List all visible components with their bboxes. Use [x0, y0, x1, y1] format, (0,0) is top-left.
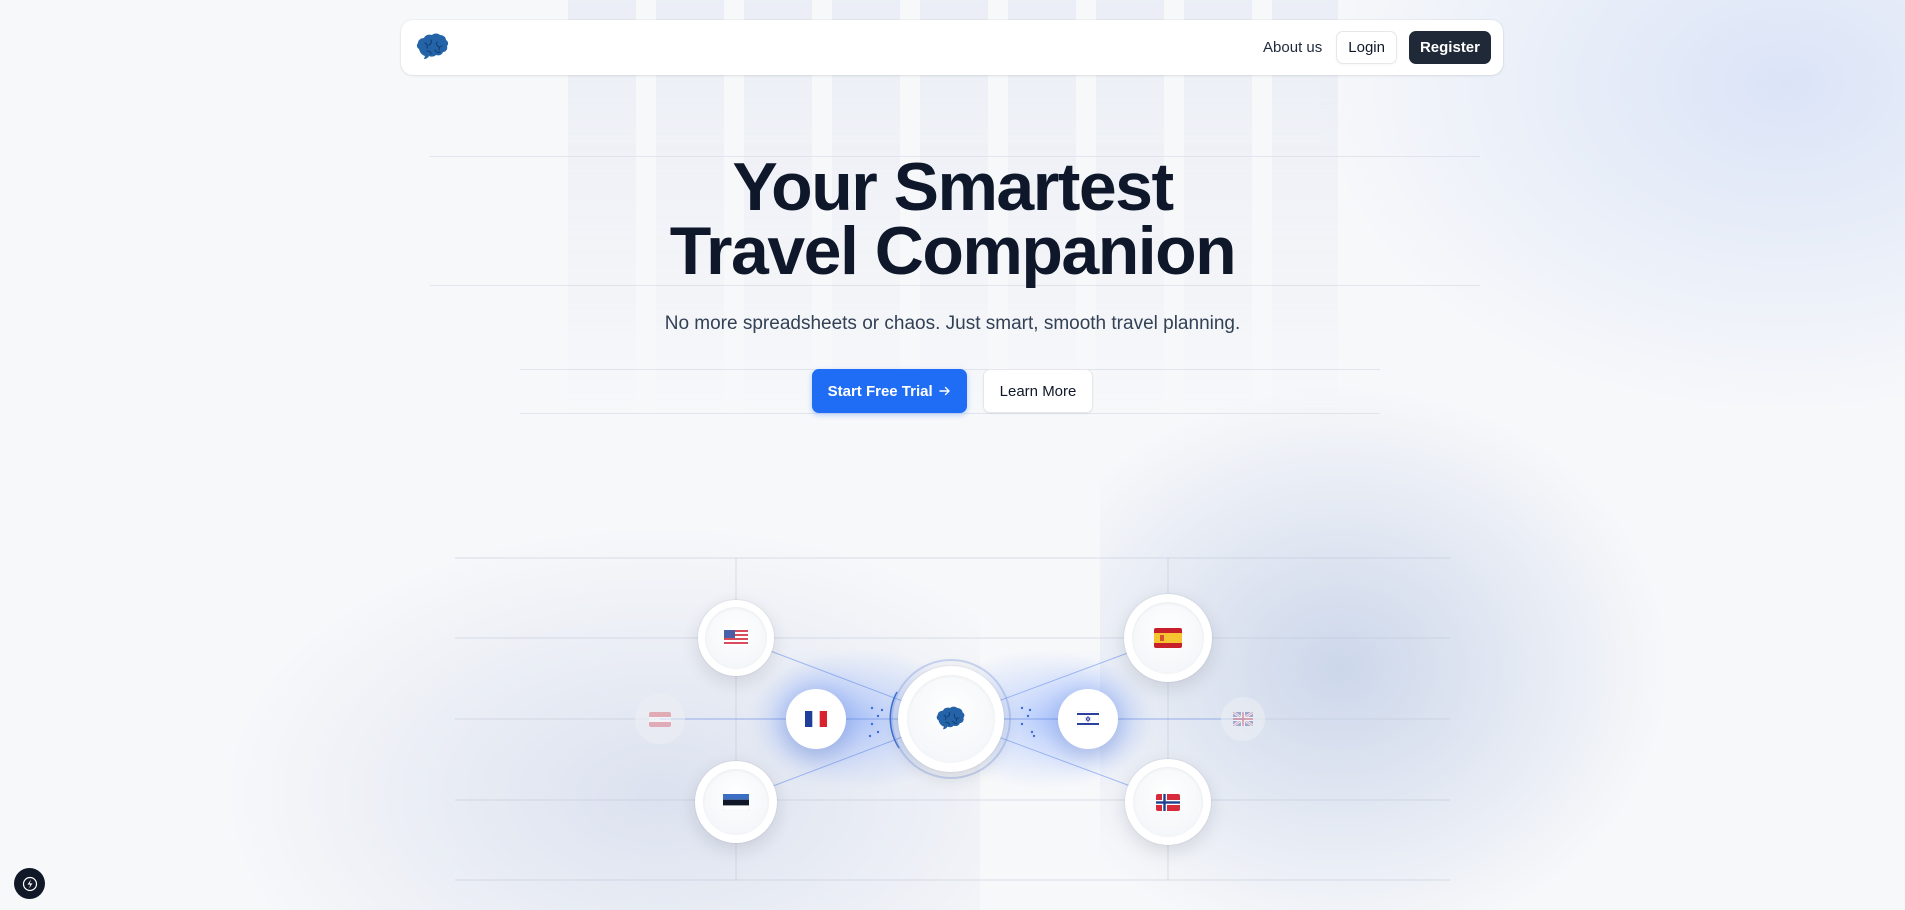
hero-title-line-2: Travel Companion	[669, 213, 1237, 289]
flag-node-spain[interactable]	[1124, 594, 1212, 682]
hero-title: Your Smartest Travel Companion	[0, 149, 1905, 289]
login-button[interactable]: Login	[1336, 31, 1397, 64]
france-flag-icon	[805, 711, 827, 727]
brain-icon	[416, 33, 449, 59]
norway-flag-icon	[1156, 793, 1180, 811]
austria-flag-icon	[649, 711, 671, 727]
flag-node-united-kingdom[interactable]	[1221, 697, 1265, 741]
israel-flag-icon	[1077, 711, 1099, 727]
us-flag-icon	[724, 630, 748, 646]
learn-more-button[interactable]: Learn More	[982, 369, 1094, 413]
nav-actions: About us Login Register	[1263, 31, 1491, 64]
cta-group: Start Free Trial Learn More	[0, 369, 1905, 413]
start-free-trial-label: Start Free Trial	[827, 382, 933, 400]
hero-subtitle: No more spreadsheets or chaos. Just smar…	[664, 313, 1241, 334]
uk-flag-icon	[1233, 712, 1253, 726]
brain-icon	[936, 706, 965, 729]
travel-network-diagram	[0, 0, 1905, 910]
network-lines	[455, 557, 1450, 881]
register-button[interactable]: Register	[1408, 31, 1491, 64]
flag-node-united-states[interactable]	[698, 600, 774, 676]
page-background	[0, 0, 1905, 910]
devtools-lightning-button[interactable]	[14, 868, 45, 899]
navbar: About us Login Register	[401, 20, 1503, 75]
lightning-icon	[22, 876, 37, 891]
arrow-right-icon	[938, 386, 950, 396]
about-us-link[interactable]: About us	[1263, 33, 1322, 62]
flag-node-norway[interactable]	[1125, 759, 1211, 845]
flag-node-austria[interactable]	[635, 694, 685, 744]
logo[interactable]	[415, 33, 451, 63]
center-brain-node[interactable]	[898, 666, 1004, 772]
hero-title-line-1: Your Smartest	[732, 149, 1174, 225]
estonia-flag-icon	[723, 793, 749, 811]
flag-node-estonia[interactable]	[695, 761, 777, 843]
flag-node-israel[interactable]	[1058, 689, 1118, 749]
spain-flag-icon	[1154, 628, 1182, 648]
start-free-trial-button[interactable]: Start Free Trial	[811, 369, 967, 413]
flag-node-france[interactable]	[786, 689, 846, 749]
